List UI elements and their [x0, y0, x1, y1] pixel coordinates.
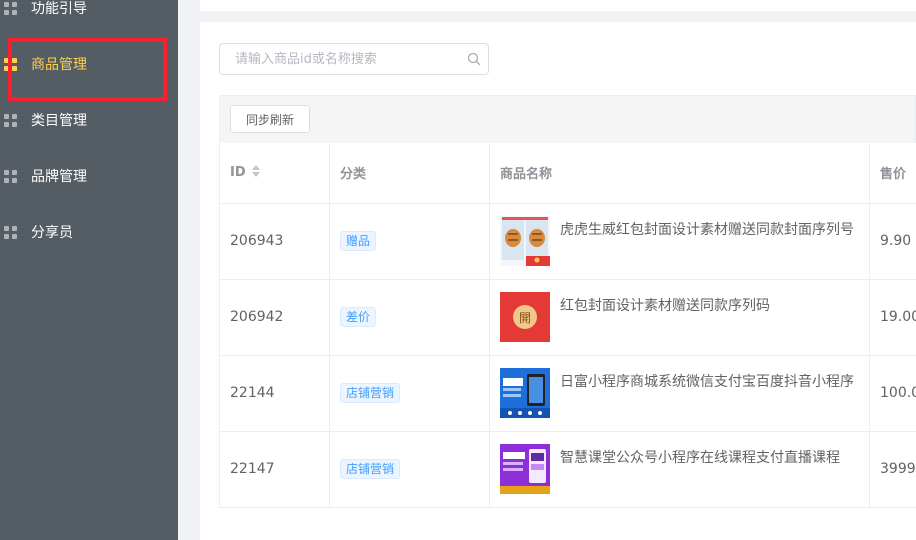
product-name: 红包封面设计素材赠送同款序列码 — [560, 297, 770, 314]
cell-price: 100.0 — [869, 355, 916, 432]
sidebar-item-products[interactable]: 商品管理 — [0, 36, 178, 92]
grid-icon — [4, 225, 17, 239]
sidebar-item-label: 类目管理 — [31, 113, 87, 129]
search-icon[interactable] — [467, 52, 481, 66]
sidebar-item-guide[interactable]: 功能引导 — [0, 0, 178, 36]
column-header-label: 分类 — [340, 167, 367, 183]
product-thumbnail-tiger[interactable] — [500, 215, 550, 266]
sidebar-item-label: 功能引导 — [31, 1, 87, 17]
sidebar: 功能引导 商品管理 类目管理 品牌管理 分享员 — [0, 0, 178, 540]
cell-product: 智慧课堂公众号小程序在线课程支付直播课程 — [489, 431, 870, 508]
sort-icon[interactable] — [251, 165, 261, 178]
category-tag: 赠品 — [340, 231, 377, 251]
sidebar-item-sharers[interactable]: 分享员 — [0, 204, 178, 260]
search-input[interactable] — [220, 44, 460, 74]
product-name: 虎虎生威红包封面设计素材赠送同款封面序列号 — [560, 221, 854, 238]
column-header-label: ID — [230, 165, 246, 181]
grid-icon — [4, 57, 17, 71]
grid-icon — [4, 1, 17, 15]
cell-id: 206943 — [219, 203, 330, 280]
cell-category: 店铺营销 — [329, 431, 490, 508]
content-card: 同步刷新 ID 分类 商品名称 售价 206943 赠品 — [200, 22, 916, 540]
cell-category: 赠品 — [329, 203, 490, 280]
cell-price: 9.90 — [869, 203, 916, 280]
table-row[interactable]: 22144 店铺营销 日富小程序商城系统微信支付宝百度抖音小程序 100. — [219, 355, 916, 432]
products-table: ID 分类 商品名称 售价 206943 赠品 虎虎生威红包封面设计素材赠送同款… — [219, 143, 916, 508]
cell-id: 22144 — [219, 355, 330, 432]
column-header-id[interactable]: ID — [219, 143, 330, 204]
sidebar-item-label: 品牌管理 — [31, 169, 87, 185]
thumb-open-char: 開 — [519, 311, 531, 325]
category-tag: 店铺营销 — [340, 383, 401, 403]
column-header-category: 分类 — [329, 143, 490, 204]
table-row[interactable]: 206943 赠品 虎虎生威红包封面设计素材赠送同款封面序列号 9.90 — [219, 203, 916, 280]
table-toolbar: 同步刷新 — [219, 95, 916, 143]
sidebar-item-brands[interactable]: 品牌管理 — [0, 148, 178, 204]
product-thumbnail-classroom[interactable] — [500, 443, 550, 494]
table-row[interactable]: 206942 差价 開 红包封面设计素材赠送同款序列码 19.0 — [219, 279, 916, 356]
cell-product: 開 红包封面设计素材赠送同款序列码 — [489, 279, 870, 356]
cell-id: 206942 — [219, 279, 330, 356]
cell-id: 22147 — [219, 431, 330, 508]
grid-icon — [4, 113, 17, 127]
category-tag: 店铺营销 — [340, 459, 401, 479]
cell-product: 虎虎生威红包封面设计素材赠送同款封面序列号 — [489, 203, 870, 280]
top-card — [200, 0, 916, 11]
main-content: 同步刷新 ID 分类 商品名称 售价 206943 赠品 — [178, 0, 916, 540]
product-thumbnail-miniapp[interactable] — [500, 367, 550, 418]
sidebar-item-categories[interactable]: 类目管理 — [0, 92, 178, 148]
search-box — [219, 43, 489, 75]
column-header-product-name: 商品名称 — [489, 143, 870, 204]
grid-icon — [4, 169, 17, 183]
cell-category: 差价 — [329, 279, 490, 356]
column-header-label: 售价 — [880, 167, 907, 183]
sidebar-item-label: 分享员 — [31, 225, 73, 241]
product-thumbnail-red-envelope[interactable]: 開 — [500, 291, 550, 342]
cell-price: 19.00 — [869, 279, 916, 356]
product-name: 日富小程序商城系统微信支付宝百度抖音小程序 — [560, 373, 854, 390]
table-header-row: ID 分类 商品名称 售价 — [219, 143, 916, 204]
cell-price: 3999. — [869, 431, 916, 508]
table-row[interactable]: 22147 店铺营销 智慧课堂公众号小程序在线课程支付直播课程 3999 — [219, 431, 916, 508]
sidebar-item-label: 商品管理 — [31, 57, 87, 73]
sync-refresh-button[interactable]: 同步刷新 — [230, 105, 310, 133]
category-tag: 差价 — [340, 307, 377, 327]
cell-category: 店铺营销 — [329, 355, 490, 432]
product-name: 智慧课堂公众号小程序在线课程支付直播课程 — [560, 449, 840, 466]
cell-product: 日富小程序商城系统微信支付宝百度抖音小程序 — [489, 355, 870, 432]
column-header-price: 售价 — [869, 143, 916, 204]
column-header-label: 商品名称 — [500, 167, 553, 183]
